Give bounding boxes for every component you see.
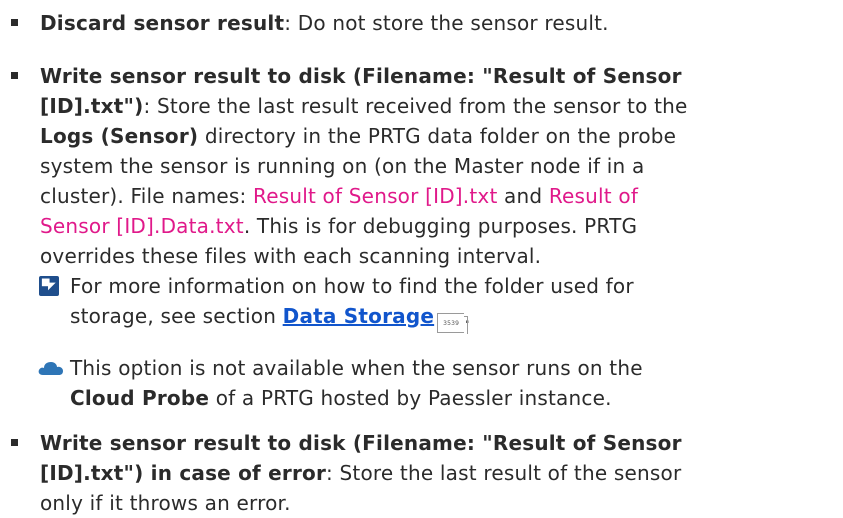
note-text: of a PRTG hosted by Paessler instance. xyxy=(209,386,612,410)
reference-note: ■ ◤ For more information on how to find … xyxy=(39,271,830,334)
option-line: Write sensor result to disk (Filename: "… xyxy=(40,61,830,91)
option-line: Logs (Sensor) directory in the PRTG data… xyxy=(40,121,830,151)
cloud-icon xyxy=(38,362,63,375)
cloud-probe-note: This option is not available when the se… xyxy=(38,353,830,413)
option-description: cluster). File names: xyxy=(40,184,253,208)
note-text: storage, see section xyxy=(70,304,283,328)
note-line: For more information on how to find the … xyxy=(40,271,830,301)
option-description: directory in the PRTG data folder on the… xyxy=(198,124,677,148)
cloud-probe-term: Cloud Probe xyxy=(70,386,210,410)
note-line: Cloud Probe of a PRTG hosted by Paessler… xyxy=(40,383,830,413)
option-line: cluster). File names: Result of Sensor [… xyxy=(40,181,830,211)
square-bullet-icon xyxy=(11,439,18,446)
filename-result-data-part1: Result of xyxy=(548,184,639,208)
option-line: system the sensor is running on (on the … xyxy=(40,151,830,181)
option-line: overrides these files with each scanning… xyxy=(40,241,830,271)
option-line: Sensor [ID].Data.txt. This is for debugg… xyxy=(40,211,830,241)
option-discard-sensor-result: Discard sensor result: Do not store the … xyxy=(11,8,830,38)
option-term: Write sensor result to disk (Filename: "… xyxy=(40,431,682,455)
note-line: storage, see section Data Storage 3539. xyxy=(40,301,830,334)
option-description: : Store the last result received from th… xyxy=(143,94,688,118)
option-description: only if it throws an error. xyxy=(40,491,291,515)
logs-directory-name: Logs (Sensor) xyxy=(40,124,199,148)
book-reference-icon: ■ ◤ xyxy=(39,276,59,296)
filename-result: Result of Sensor [ID].txt xyxy=(253,184,498,208)
option-description: and xyxy=(497,184,549,208)
option-write-result-on-error: Write sensor result to disk (Filename: "… xyxy=(11,428,830,518)
manual-page: Discard sensor result: Do not store the … xyxy=(0,0,843,517)
option-term: [ID].txt") in case of error xyxy=(40,461,327,485)
option-description: : Do not store the sensor result. xyxy=(284,11,609,35)
option-term: Discard sensor result xyxy=(40,11,285,35)
note-text: This option is not available when the se… xyxy=(70,356,643,380)
option-description: . This is for debugging purposes. PRTG xyxy=(243,214,638,238)
note-line: This option is not available when the se… xyxy=(40,353,830,383)
option-line: Write sensor result to disk (Filename: "… xyxy=(40,428,830,458)
filename-result-data-part2: Sensor [ID].Data.txt xyxy=(40,214,244,238)
option-line: [ID].txt") in case of error: Store the l… xyxy=(40,458,830,488)
page-reference-badge[interactable]: 3539 xyxy=(437,313,469,334)
option-term: [ID].txt") xyxy=(40,94,144,118)
option-term: Write sensor result to disk (Filename: "… xyxy=(40,64,682,88)
option-write-result-to-disk: Write sensor result to disk (Filename: "… xyxy=(11,61,830,271)
option-description: overrides these files with each scanning… xyxy=(40,244,542,268)
option-description: : Store the last result of the sensor xyxy=(326,461,682,485)
square-bullet-icon xyxy=(11,72,18,79)
data-storage-link[interactable]: Data Storage xyxy=(283,304,434,328)
option-description: system the sensor is running on (on the … xyxy=(40,154,645,178)
option-line: only if it throws an error. xyxy=(40,488,830,518)
note-text: For more information on how to find the … xyxy=(70,274,634,298)
square-bullet-icon xyxy=(11,19,18,26)
option-line: [ID].txt"): Store the last result receiv… xyxy=(40,91,830,121)
